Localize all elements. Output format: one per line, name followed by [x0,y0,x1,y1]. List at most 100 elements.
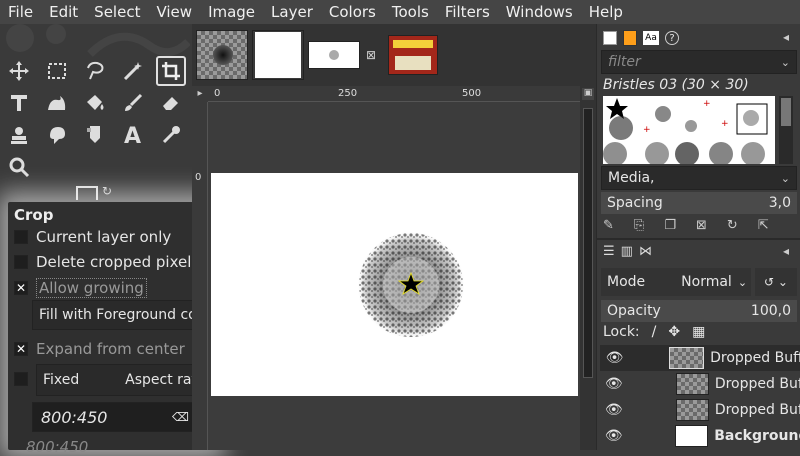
composite-mode-button[interactable]: ↺ ⌄ [755,268,797,296]
layers-dock-menu-icon[interactable]: ◂ [783,244,789,258]
quick-mask-toggle-icon[interactable]: ▸ [192,86,208,102]
menu-view[interactable]: View [148,0,200,24]
menu-help[interactable]: Help [581,0,631,24]
menu-edit[interactable]: Edit [41,0,86,24]
duplicate-brush-icon[interactable]: ❐ [664,218,676,233]
clone-tool-icon[interactable] [4,120,34,150]
brush-spacing-slider[interactable]: Spacing 3,0 [601,192,797,214]
aspect-ratio-input[interactable]: 800:450 ⌫ [32,402,198,432]
new-brush-icon[interactable]: ⎘ [634,218,644,233]
dock-menu-chevron-icon[interactable]: ◂ [783,30,789,44]
expand-from-center-checkbox[interactable]: ✕ [14,342,28,356]
delete-cropped-checkbox[interactable] [14,255,28,269]
text-tool-icon[interactable]: A [118,120,148,150]
move-tool-icon[interactable] [4,56,34,86]
free-select-icon[interactable] [80,56,110,86]
fixed-mode-dropdown[interactable]: Fixed Aspect rat [36,364,204,396]
brush-grid[interactable]: + + + [603,96,775,166]
menu-layer[interactable]: Layer [263,0,321,24]
brush-preview [213,45,233,65]
chevron-down-icon[interactable]: ⌄ [781,56,790,69]
visibility-eye-icon[interactable]: 👁 [600,428,627,444]
image-tab-4[interactable] [388,35,439,75]
image-tab-1[interactable] [196,30,248,80]
foreground-color-swatch[interactable] [76,186,98,200]
clear-input-icon[interactable]: ⌫ [172,410,189,424]
menu-image[interactable]: Image [200,0,263,24]
eraser-icon[interactable] [156,88,186,118]
layers-tab-icon[interactable]: ☰ [603,244,615,259]
paths-tab-icon[interactable]: ⋈ [639,244,652,259]
layer-row[interactable]: 👁 Dropped Buff [600,397,800,423]
transform-tool-icon[interactable] [4,88,34,118]
delete-cropped-label: Delete cropped pixels [36,253,200,271]
thumbnail-window [395,56,432,70]
layer-row[interactable]: 👁 Background [600,423,800,449]
menu-tools[interactable]: Tools [384,0,437,24]
lock-alpha-icon[interactable]: ▦ [692,324,705,340]
menu-colors[interactable]: Colors [321,0,384,24]
menu-windows[interactable]: Windows [498,0,581,24]
layer-row[interactable]: 👁 Dropped Buff [600,345,800,371]
lock-position-icon[interactable]: ✥ [668,324,680,340]
current-layer-only-option[interactable]: Current layer only [14,228,171,246]
image-tab-2[interactable] [252,30,304,80]
edit-brush-icon[interactable]: ✎ [603,218,614,233]
allow-growing-checkbox[interactable]: ✕ [14,281,28,295]
layer-name: Dropped Buff [710,350,800,366]
allow-growing-label: Allow growing [36,278,147,298]
zoom-tool-icon[interactable] [4,152,34,182]
navigate-icon[interactable]: ▣ [582,88,594,100]
opacity-slider[interactable]: Opacity 100,0 [601,300,797,322]
layer-name: Dropped Buff [714,376,800,392]
brush-filter-input[interactable]: filter ⌄ [601,50,797,74]
paintbrush-icon[interactable] [118,88,148,118]
menu-filters[interactable]: Filters [437,0,498,24]
brush-grid-scrollbar[interactable] [779,96,793,164]
color-picker-icon[interactable] [156,120,186,150]
lock-pixels-icon[interactable]: / [652,324,657,340]
image-tab-3-active[interactable] [308,41,360,69]
canvas-vertical-scrollbar[interactable]: ▣ [580,86,596,450]
brushes-tab-icon[interactable] [603,31,617,45]
allow-growing-option[interactable]: ✕ Allow growing [14,278,147,298]
menu-file[interactable]: File [0,0,41,24]
menu-select[interactable]: Select [86,0,148,24]
rect-select-icon[interactable] [42,56,72,86]
layer-name: Background [714,428,800,444]
crop-tool-icon[interactable] [156,56,186,86]
layer-mode-dropdown[interactable]: Mode Normal ⌄ [601,268,751,296]
brush-tag-dropdown[interactable]: Media, ⌄ [601,166,797,190]
scroll-thumb[interactable] [583,108,593,378]
svg-text:A: A [124,124,141,146]
brush-grid-scroll-thumb[interactable] [781,98,791,126]
warp-tool-icon[interactable] [42,88,72,118]
delete-cropped-option[interactable]: Delete cropped pixels [14,253,199,271]
delete-brush-icon[interactable]: ⊠ [696,218,707,233]
gimp-logo-watermark-icon [6,24,190,57]
fixed-checkbox[interactable] [14,372,28,386]
open-as-image-icon[interactable]: ⇱ [758,218,769,233]
close-tab-icon[interactable]: ⊠ [366,48,376,62]
help-tab-icon[interactable]: ? [665,31,679,45]
patterns-tab-icon[interactable] [623,30,637,46]
bucket-fill-icon[interactable] [80,88,110,118]
paths-tool-icon[interactable] [80,120,110,150]
expand-from-center-option[interactable]: ✕ Expand from center [14,340,185,358]
fuzzy-select-icon[interactable] [118,56,148,86]
swap-colors-icon[interactable]: ↻ [102,184,112,198]
image-canvas[interactable] [211,173,578,396]
visibility-eye-icon[interactable]: 👁 [600,402,628,418]
fill-with-dropdown[interactable]: Fill with Foreground col [32,300,204,330]
current-layer-only-checkbox[interactable] [14,230,28,244]
fixed-aspect-option[interactable] [14,372,36,386]
visibility-eye-icon[interactable]: 👁 [600,350,629,366]
layer-row[interactable]: 👁 Dropped Buff [600,371,800,397]
channels-tab-icon[interactable]: ▥ [621,244,633,259]
brush-thumbnails: + + + [603,98,768,166]
fonts-tab-icon[interactable]: Aa [643,31,659,45]
refresh-brushes-icon[interactable]: ↻ [727,218,738,233]
visibility-eye-icon[interactable]: 👁 [600,376,628,392]
smudge-tool-icon[interactable] [42,120,72,150]
white-thumbnail [255,32,301,78]
